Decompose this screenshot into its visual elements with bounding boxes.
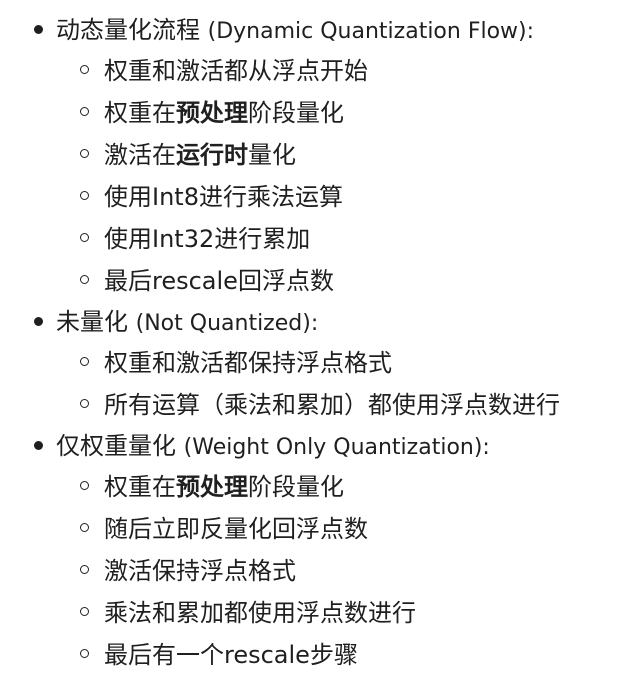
list-item: 激活保持浮点格式	[56, 550, 642, 592]
item-text: 权重和激活都从浮点开始	[104, 57, 368, 85]
section-heading: 动态量化流程 (Dynamic Quantization Flow):	[34, 10, 642, 50]
item-text: 权重在	[104, 473, 176, 501]
circle-bullet-icon	[80, 565, 89, 574]
disc-bullet-icon	[34, 25, 43, 34]
list-item: 所有运算（乘法和累加）都使用浮点数进行	[56, 384, 642, 426]
sub-list: 权重在预处理阶段量化 随后立即反量化回浮点数 激活保持浮点格式 乘法和累加都使用…	[56, 466, 642, 676]
item-text: 激活保持浮点格式	[104, 557, 296, 585]
section-title-en: (Weight Only Quantization):	[183, 435, 490, 460]
sub-list: 权重和激活都保持浮点格式 所有运算（乘法和累加）都使用浮点数进行	[56, 342, 642, 426]
item-text: 权重和激活都保持浮点格式	[104, 349, 392, 377]
section-heading: 未量化 (Not Quantized):	[34, 302, 642, 342]
circle-bullet-icon	[80, 65, 89, 74]
list-item: 随后立即反量化回浮点数	[56, 508, 642, 550]
list-item: 权重和激活都从浮点开始	[56, 50, 642, 92]
section-title-zh: 动态量化流程	[56, 16, 200, 44]
circle-bullet-icon	[80, 233, 89, 242]
quantization-outline: 动态量化流程 (Dynamic Quantization Flow): 权重和激…	[0, 10, 642, 676]
section-weight-only-quantization: 仅权重量化 (Weight Only Quantization): 权重在预处理…	[0, 426, 642, 676]
section-title-zh: 未量化	[56, 308, 128, 336]
item-text-suffix: 阶段量化	[248, 99, 344, 127]
circle-bullet-icon	[80, 399, 89, 408]
circle-bullet-icon	[80, 191, 89, 200]
disc-bullet-icon	[34, 317, 43, 326]
circle-bullet-icon	[80, 481, 89, 490]
section-dynamic-quantization: 动态量化流程 (Dynamic Quantization Flow): 权重和激…	[0, 10, 642, 302]
item-bold-text: 运行时	[176, 141, 248, 169]
circle-bullet-icon	[80, 107, 89, 116]
item-text: 权重在	[104, 99, 176, 127]
section-title-zh: 仅权重量化	[56, 432, 176, 460]
item-text: 最后rescale回浮点数	[104, 267, 334, 295]
item-text-suffix: 量化	[248, 141, 296, 169]
section-title-en: (Not Quantized):	[135, 311, 319, 336]
item-text: 所有运算（乘法和累加）都使用浮点数进行	[104, 391, 560, 419]
list-item: 最后rescale回浮点数	[56, 260, 642, 302]
item-bold-text: 预处理	[176, 99, 248, 127]
sub-list: 权重和激活都从浮点开始 权重在预处理阶段量化 激活在运行时量化 使用Int8进行…	[56, 50, 642, 302]
item-text: 激活在	[104, 141, 176, 169]
disc-bullet-icon	[34, 441, 43, 450]
item-text: 使用Int8进行乘法运算	[104, 183, 343, 211]
circle-bullet-icon	[80, 149, 89, 158]
list-item: 使用Int32进行累加	[56, 218, 642, 260]
item-text: 最后有一个rescale步骤	[104, 641, 358, 669]
circle-bullet-icon	[80, 649, 89, 658]
item-text: 乘法和累加都使用浮点数进行	[104, 599, 416, 627]
section-title-en: (Dynamic Quantization Flow):	[207, 19, 535, 44]
section-heading: 仅权重量化 (Weight Only Quantization):	[34, 426, 642, 466]
list-item: 权重在预处理阶段量化	[56, 92, 642, 134]
list-item: 使用Int8进行乘法运算	[56, 176, 642, 218]
item-text-suffix: 阶段量化	[248, 473, 344, 501]
list-item: 乘法和累加都使用浮点数进行	[56, 592, 642, 634]
circle-bullet-icon	[80, 523, 89, 532]
circle-bullet-icon	[80, 607, 89, 616]
list-item: 激活在运行时量化	[56, 134, 642, 176]
list-item: 权重在预处理阶段量化	[56, 466, 642, 508]
item-text: 使用Int32进行累加	[104, 225, 311, 253]
circle-bullet-icon	[80, 275, 89, 284]
circle-bullet-icon	[80, 357, 89, 366]
item-bold-text: 预处理	[176, 473, 248, 501]
section-not-quantized: 未量化 (Not Quantized): 权重和激活都保持浮点格式 所有运算（乘…	[0, 302, 642, 426]
item-text: 随后立即反量化回浮点数	[104, 515, 368, 543]
list-item: 权重和激活都保持浮点格式	[56, 342, 642, 384]
